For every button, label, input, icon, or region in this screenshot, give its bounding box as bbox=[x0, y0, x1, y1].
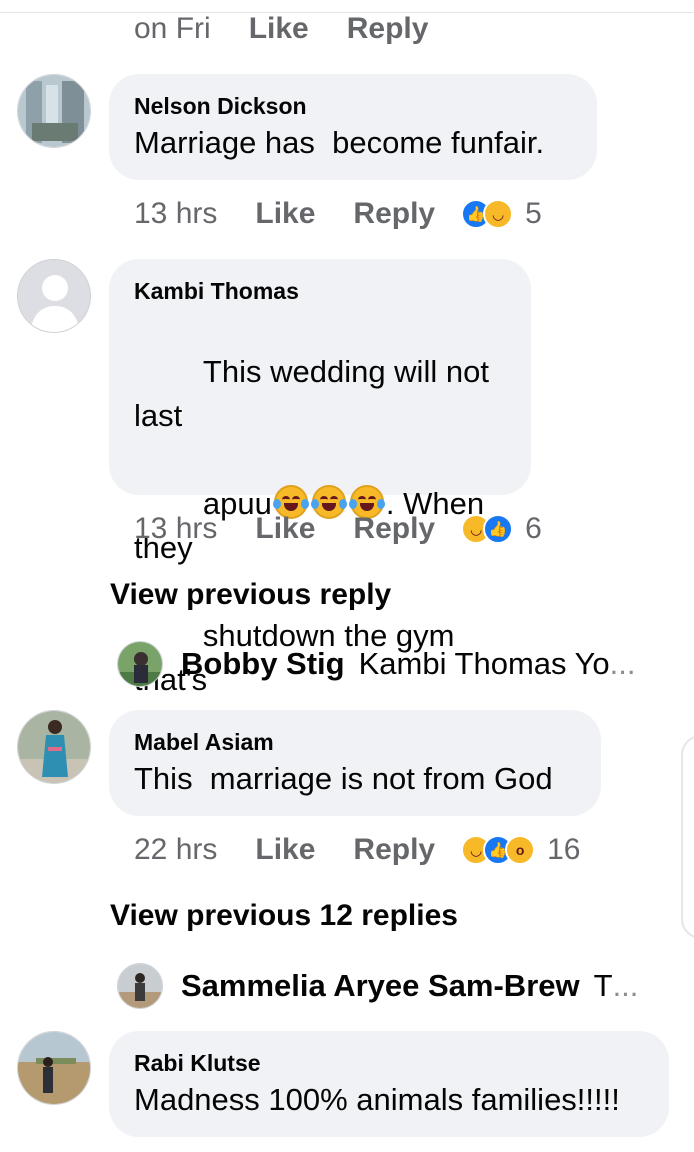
like-button[interactable]: Like bbox=[249, 12, 309, 46]
reply-button[interactable]: Reply bbox=[353, 833, 435, 867]
avatar-photo-icon bbox=[18, 711, 90, 783]
reaction-count: 16 bbox=[547, 833, 581, 866]
reply-author[interactable]: Bobby Stig bbox=[181, 646, 345, 682]
reaction-summary[interactable]: ◡ 👍 bbox=[461, 514, 514, 544]
avatar-photo-icon bbox=[118, 964, 162, 1008]
avatar[interactable] bbox=[17, 74, 91, 148]
comment-text: Marriage has become funfair. bbox=[134, 125, 545, 160]
reply-author[interactable]: Sammelia Aryee Sam-Brew bbox=[181, 968, 580, 1004]
comment-bubble: Rabi Klutse Madness 100% animals familie… bbox=[109, 1031, 669, 1137]
reply-ellipsis: ... bbox=[609, 646, 636, 681]
avatar[interactable] bbox=[17, 1031, 91, 1105]
view-previous-replies-link[interactable]: View previous 12 replies bbox=[110, 899, 458, 933]
avatar bbox=[117, 641, 163, 687]
avatar[interactable] bbox=[17, 259, 91, 333]
reply-button[interactable]: Reply bbox=[347, 12, 429, 46]
avatar-photo-icon bbox=[18, 1032, 90, 1104]
comment-author[interactable]: Kambi Thomas bbox=[134, 276, 505, 306]
comment-bubble: Kambi Thomas This wedding will not last … bbox=[109, 259, 531, 788]
reply-text: T bbox=[593, 968, 613, 1003]
comment-bubble: Mabel Asiam This marriage is not from Go… bbox=[109, 710, 601, 816]
comment-time: 13 hrs bbox=[134, 512, 218, 545]
comment-meta-row: 13 hrs Like Reply ◡ 👍 6 bbox=[134, 507, 542, 551]
like-button[interactable]: Like bbox=[255, 833, 315, 867]
comments-thread: on Fri Like Reply Nelson Dickson Marriag… bbox=[0, 0, 694, 1152]
haha-reaction-icon: ◡ bbox=[483, 199, 514, 229]
side-panel-edge bbox=[681, 735, 694, 939]
reply-button[interactable]: Reply bbox=[353, 512, 435, 546]
reaction-summary[interactable]: ◡ 👍 o bbox=[461, 835, 536, 865]
avatar-photo-icon bbox=[118, 642, 162, 686]
comment-meta-row: 13 hrs Like Reply 👍 ◡ 5 bbox=[134, 192, 542, 236]
view-previous-replies-link[interactable]: View previous reply bbox=[110, 578, 391, 612]
reaction-summary[interactable]: 👍 ◡ bbox=[461, 199, 514, 229]
avatar bbox=[117, 963, 163, 1009]
comment-author[interactable]: Nelson Dickson bbox=[134, 91, 571, 121]
reply-preview[interactable]: Sammelia Aryee Sam-Brew T... bbox=[117, 962, 638, 1010]
reply-button[interactable]: Reply bbox=[353, 197, 435, 231]
comment-time: 13 hrs bbox=[134, 197, 218, 230]
reaction-count: 5 bbox=[525, 197, 542, 230]
like-button[interactable]: Like bbox=[255, 512, 315, 546]
like-reaction-icon: 👍 bbox=[483, 514, 514, 544]
reply-preview[interactable]: Bobby Stig Kambi Thomas Yo... bbox=[117, 640, 635, 688]
comment-time: 22 hrs bbox=[134, 833, 218, 866]
wow-reaction-icon: o bbox=[505, 835, 536, 865]
comment-text: Madness 100% animals families!!!!! bbox=[134, 1082, 620, 1117]
avatar[interactable] bbox=[17, 710, 91, 784]
reply-ellipsis: ... bbox=[612, 968, 639, 1003]
reply-text: Kambi Thomas Yo bbox=[358, 646, 610, 681]
comment-text-line: This wedding will not last bbox=[134, 354, 498, 433]
avatar-photo-icon bbox=[18, 75, 90, 147]
comment-bubble: Nelson Dickson Marriage has become funfa… bbox=[109, 74, 597, 180]
like-button[interactable]: Like bbox=[255, 197, 315, 231]
reaction-count: 6 bbox=[525, 512, 542, 545]
default-avatar-icon bbox=[18, 260, 90, 332]
comment-text: This marriage is not from God bbox=[134, 761, 553, 796]
comment-time: on Fri bbox=[134, 12, 211, 45]
comment-author[interactable]: Mabel Asiam bbox=[134, 727, 575, 757]
comment-meta-row: on Fri Like Reply bbox=[134, 7, 454, 51]
comment-meta-row: 22 hrs Like Reply ◡ 👍 o 16 bbox=[134, 828, 581, 872]
comment-author[interactable]: Rabi Klutse bbox=[134, 1048, 643, 1078]
